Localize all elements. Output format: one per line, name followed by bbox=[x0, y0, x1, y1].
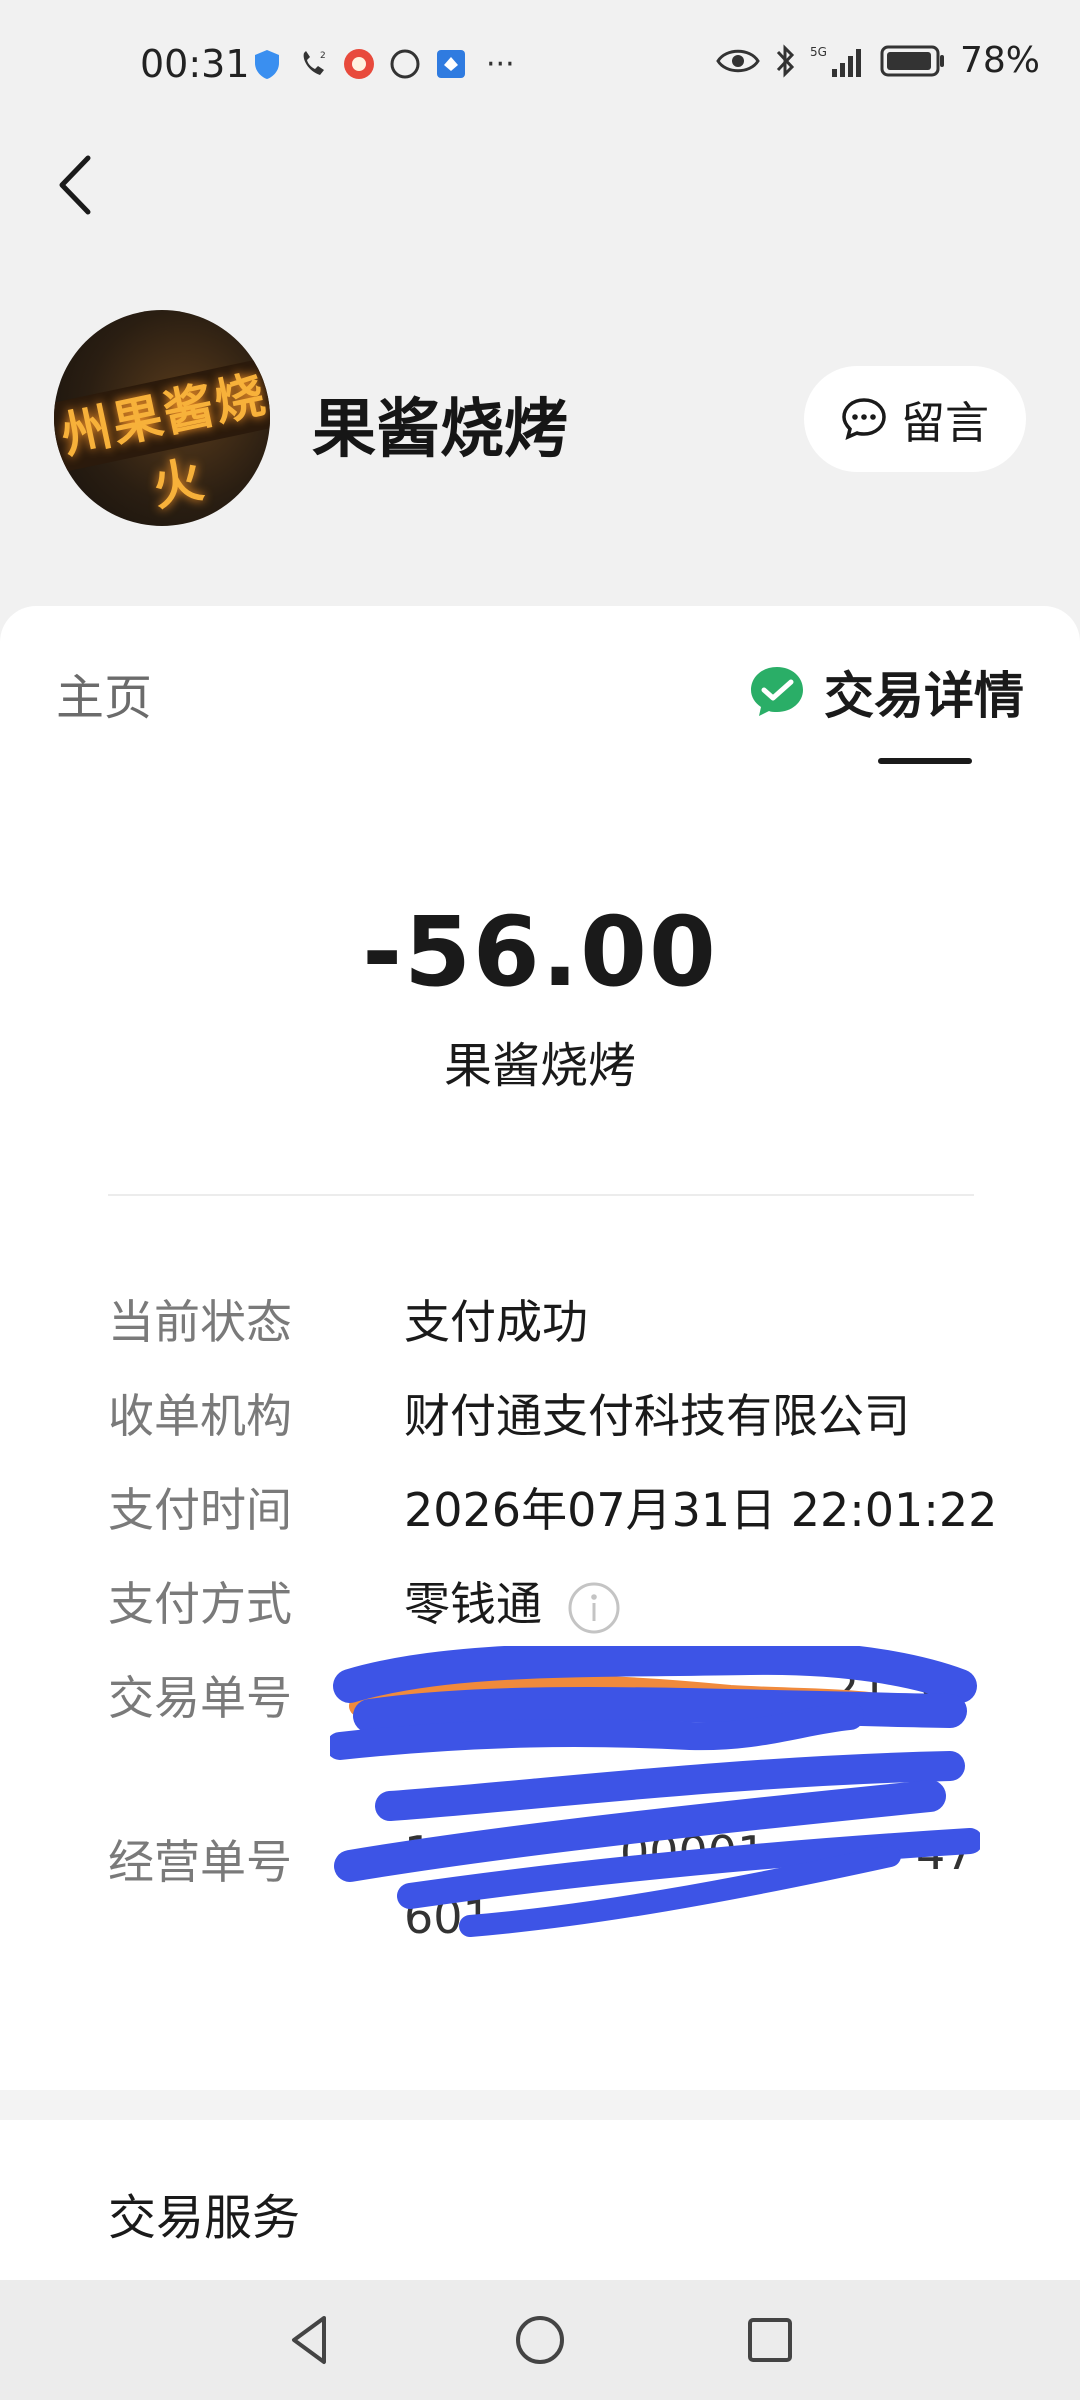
transaction-card: 主页 交易详情 -56.00 果酱烧烤 当前状态 支付成功 收单机构 财付通支付… bbox=[0, 606, 1080, 2090]
tab-detail-label: 交易详情 bbox=[824, 667, 1024, 725]
message-button[interactable]: 留言 bbox=[804, 366, 1026, 472]
wechat-pay-icon bbox=[751, 667, 803, 716]
detail-label: 支付方式 bbox=[108, 1577, 292, 1631]
detail-label: 经营单号 bbox=[108, 1835, 292, 1889]
transaction-amount: -56.00 bbox=[362, 896, 718, 1008]
svg-text:2: 2 bbox=[320, 51, 326, 61]
battery-icon bbox=[880, 45, 944, 76]
merchant-avatar[interactable]: 州果酱烧火 bbox=[54, 310, 270, 526]
system-navigation-bar bbox=[0, 2280, 1080, 2400]
services-title: 交易服务 bbox=[108, 2190, 301, 2246]
detail-label: 收单机构 bbox=[108, 1389, 292, 1443]
section-gap bbox=[0, 2090, 1080, 2120]
nav-recents-icon[interactable] bbox=[740, 2310, 800, 2370]
transaction-services[interactable]: 交易服务 bbox=[0, 2120, 1080, 2280]
message-button-label: 留言 bbox=[901, 398, 989, 449]
detail-value: 2026年07月31日 22:01:22 bbox=[404, 1483, 998, 1537]
shield-icon bbox=[255, 50, 279, 79]
merchant-name: 果酱烧烤 bbox=[312, 393, 568, 467]
detail-label: 支付时间 bbox=[108, 1483, 292, 1537]
detail-value: 财付通支付科技有限公司 bbox=[404, 1389, 910, 1443]
bluetooth-icon bbox=[776, 43, 795, 78]
network-type: 5G bbox=[810, 45, 827, 59]
detail-label: 当前状态 bbox=[108, 1295, 292, 1349]
eye-icon bbox=[716, 49, 760, 72]
back-button[interactable] bbox=[50, 150, 110, 220]
chevron-left-icon bbox=[59, 155, 91, 215]
detail-value: 零钱通 bbox=[404, 1577, 542, 1631]
battery-percentage: 78% bbox=[959, 40, 1040, 81]
avatar-sign-text: 州果酱烧火 bbox=[54, 355, 270, 517]
missed-call-icon: 2 bbox=[303, 51, 326, 75]
detail-value-wrap: 零钱通 bbox=[404, 1568, 621, 1635]
notification-icons: 2 ··· bbox=[250, 44, 515, 84]
more-notifications-indicator: ··· bbox=[486, 46, 515, 82]
ai-app-icon bbox=[437, 50, 465, 78]
app-notification-icon bbox=[344, 49, 374, 79]
screen: 00:31 2 ··· 5G 78% 州果酱烧火 果酱烧烤 留言 主页 交易详情… bbox=[0, 0, 1080, 2400]
nav-home-icon[interactable] bbox=[510, 2310, 570, 2370]
redaction-scribble bbox=[330, 1646, 980, 1937]
detail-label: 交易单号 bbox=[108, 1671, 292, 1725]
divider bbox=[108, 1194, 974, 1196]
signal-icon: 5G bbox=[810, 45, 861, 77]
active-tab-indicator bbox=[878, 758, 972, 764]
tab-home[interactable]: 主页 bbox=[56, 658, 152, 728]
loading-ring-icon bbox=[390, 49, 420, 79]
detail-value: 支付成功 bbox=[404, 1295, 588, 1349]
chat-bubble-icon bbox=[842, 398, 886, 441]
status-bar: 00:31 2 ··· 5G 78% bbox=[0, 0, 1080, 130]
system-icons: 5G 78% bbox=[716, 40, 1040, 81]
transaction-merchant: 果酱烧烤 bbox=[443, 1038, 636, 1094]
tab-transaction-detail[interactable]: 交易详情 bbox=[748, 656, 1024, 728]
nav-back-icon[interactable] bbox=[280, 2310, 340, 2370]
status-time: 00:31 bbox=[140, 42, 250, 86]
info-icon[interactable] bbox=[567, 1581, 621, 1635]
